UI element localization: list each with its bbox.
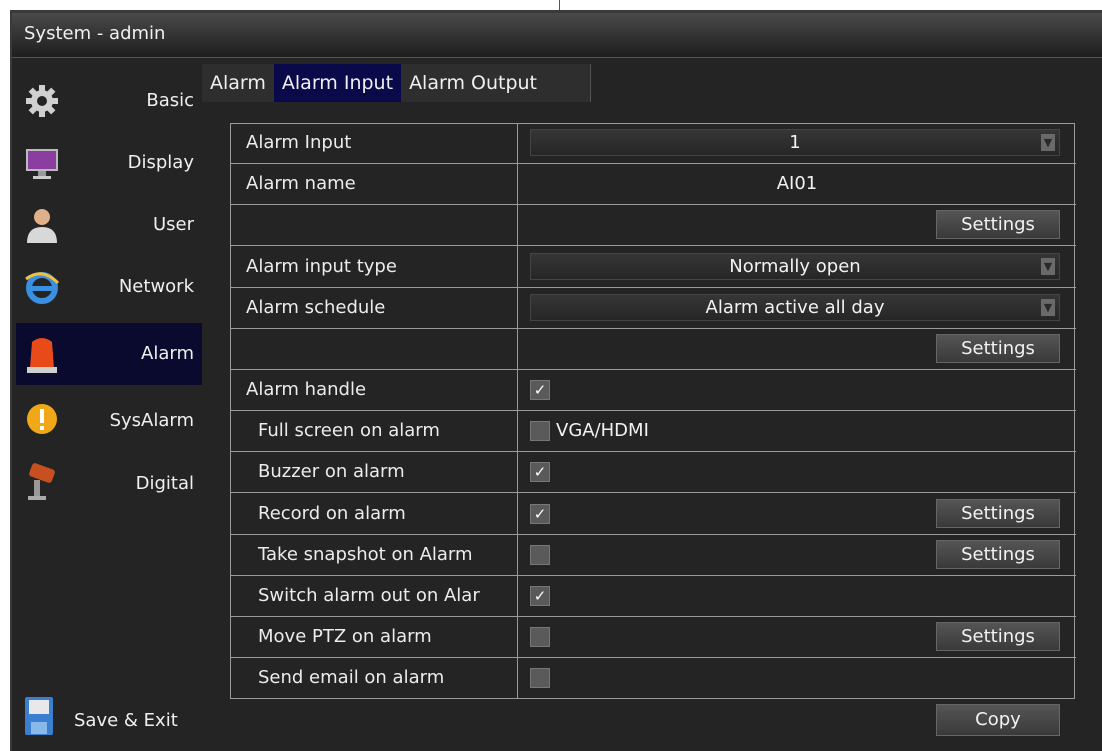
row-snapshot: Take snapshot on Alarm Settings <box>230 535 1076 576</box>
alarm-handle-label: Alarm handle <box>246 379 367 400</box>
save-exit-button[interactable]: Save & Exit <box>16 690 202 746</box>
record-checkbox[interactable]: ✓ <box>530 504 550 524</box>
row-switch-out: Switch alarm out on Alar ✓ <box>230 576 1076 617</box>
snapshot-checkbox[interactable] <box>530 545 550 565</box>
row-full-screen: Full screen on alarm VGA/HDMI <box>230 411 1076 452</box>
alarm-input-select[interactable]: 1 ▼ <box>530 129 1060 156</box>
tab-alarm-input[interactable]: Alarm Input <box>273 64 402 102</box>
alarm-handle-checkbox[interactable]: ✓ <box>530 380 550 400</box>
snapshot-settings-button[interactable]: Settings <box>936 540 1060 569</box>
tab-alarm-output[interactable]: Alarm Output <box>401 64 545 102</box>
alarm-name-value[interactable]: AI01 <box>518 173 1076 194</box>
alarm-siren-icon <box>24 335 60 373</box>
dropdown-arrow-icon: ▼ <box>1041 258 1055 275</box>
sidebar-item-label: SysAlarm <box>109 410 194 431</box>
row-schedule-settings: Settings <box>230 329 1076 370</box>
row-buzzer: Buzzer on alarm ✓ <box>230 452 1076 493</box>
input-type-select[interactable]: Normally open ▼ <box>530 253 1060 280</box>
email-label: Send email on alarm <box>258 667 445 688</box>
schedule-select[interactable]: Alarm active all day ▼ <box>530 294 1060 321</box>
sidebar-item-alarm[interactable]: Alarm <box>16 323 202 385</box>
schedule-label: Alarm schedule <box>246 297 386 318</box>
sidebar-item-basic[interactable]: Basic <box>16 70 202 132</box>
network-icon <box>24 268 60 306</box>
gear-icon <box>24 82 60 120</box>
floppy-disk-icon <box>24 696 56 738</box>
sidebar-item-label: Network <box>118 276 194 297</box>
row-ptz: Move PTZ on alarm Settings <box>230 617 1076 658</box>
window-title: System - admin <box>24 23 166 44</box>
row-alarm-input: Alarm Input 1 ▼ <box>230 123 1076 164</box>
row-schedule: Alarm schedule Alarm active all day ▼ <box>230 288 1076 329</box>
sidebar-item-network[interactable]: Network <box>16 256 202 318</box>
switch-out-label: Switch alarm out on Alar <box>258 585 480 606</box>
record-settings-button[interactable]: Settings <box>936 499 1060 528</box>
record-label: Record on alarm <box>258 503 406 524</box>
row-record: Record on alarm ✓ Settings <box>230 494 1076 535</box>
dropdown-arrow-icon: ▼ <box>1041 134 1055 151</box>
ptz-checkbox[interactable] <box>530 627 550 647</box>
alarm-input-value: 1 <box>789 132 801 153</box>
title-bar: System - admin <box>12 13 1102 58</box>
ptz-settings-button[interactable]: Settings <box>936 622 1060 651</box>
alarm-input-label: Alarm Input <box>246 132 352 153</box>
sidebar-item-sysalarm[interactable]: SysAlarm <box>16 388 202 450</box>
sidebar-item-label: User <box>152 214 194 235</box>
sidebar-item-digital[interactable]: Digital <box>16 451 202 513</box>
warning-icon <box>24 400 60 438</box>
camera-icon <box>24 463 60 501</box>
sidebar-item-label: Basic <box>146 90 194 111</box>
buzzer-label: Buzzer on alarm <box>258 461 405 482</box>
user-icon <box>24 206 60 244</box>
input-type-label: Alarm input type <box>246 256 397 277</box>
full-screen-checkbox[interactable] <box>530 421 550 441</box>
schedule-settings-button[interactable]: Settings <box>936 334 1060 363</box>
row-name-settings: Settings <box>230 205 1076 246</box>
tab-alarm[interactable]: Alarm <box>202 64 274 102</box>
buzzer-checkbox[interactable]: ✓ <box>530 462 550 482</box>
sidebar-item-label: Alarm <box>141 343 194 364</box>
dropdown-arrow-icon: ▼ <box>1041 299 1055 316</box>
save-exit-label: Save & Exit <box>74 710 178 731</box>
email-checkbox[interactable] <box>530 668 550 688</box>
alarm-name-label: Alarm name <box>246 173 356 194</box>
row-alarm-name: Alarm name AI01 <box>230 164 1076 205</box>
row-alarm-handle: Alarm handle ✓ <box>230 370 1076 411</box>
monitor-icon <box>24 144 60 182</box>
snapshot-label: Take snapshot on Alarm <box>258 544 473 565</box>
tabs: Alarm Alarm Input Alarm Output <box>202 64 545 102</box>
full-screen-label: Full screen on alarm <box>258 420 440 441</box>
vga-hdmi-label: VGA/HDMI <box>556 420 649 441</box>
sidebar-item-user[interactable]: User <box>16 194 202 256</box>
copy-button[interactable]: Copy <box>936 704 1060 736</box>
sidebar-item-display[interactable]: Display <box>16 132 202 194</box>
schedule-value: Alarm active all day <box>705 297 885 318</box>
switch-out-checkbox[interactable]: ✓ <box>530 586 550 606</box>
input-type-value: Normally open <box>729 256 861 277</box>
sidebar-item-label: Display <box>127 152 194 173</box>
row-email: Send email on alarm <box>230 658 1076 698</box>
sidebar-item-label: Digital <box>135 473 194 494</box>
name-settings-button[interactable]: Settings <box>936 210 1060 239</box>
ptz-label: Move PTZ on alarm <box>258 626 432 647</box>
row-input-type: Alarm input type Normally open ▼ <box>230 247 1076 288</box>
